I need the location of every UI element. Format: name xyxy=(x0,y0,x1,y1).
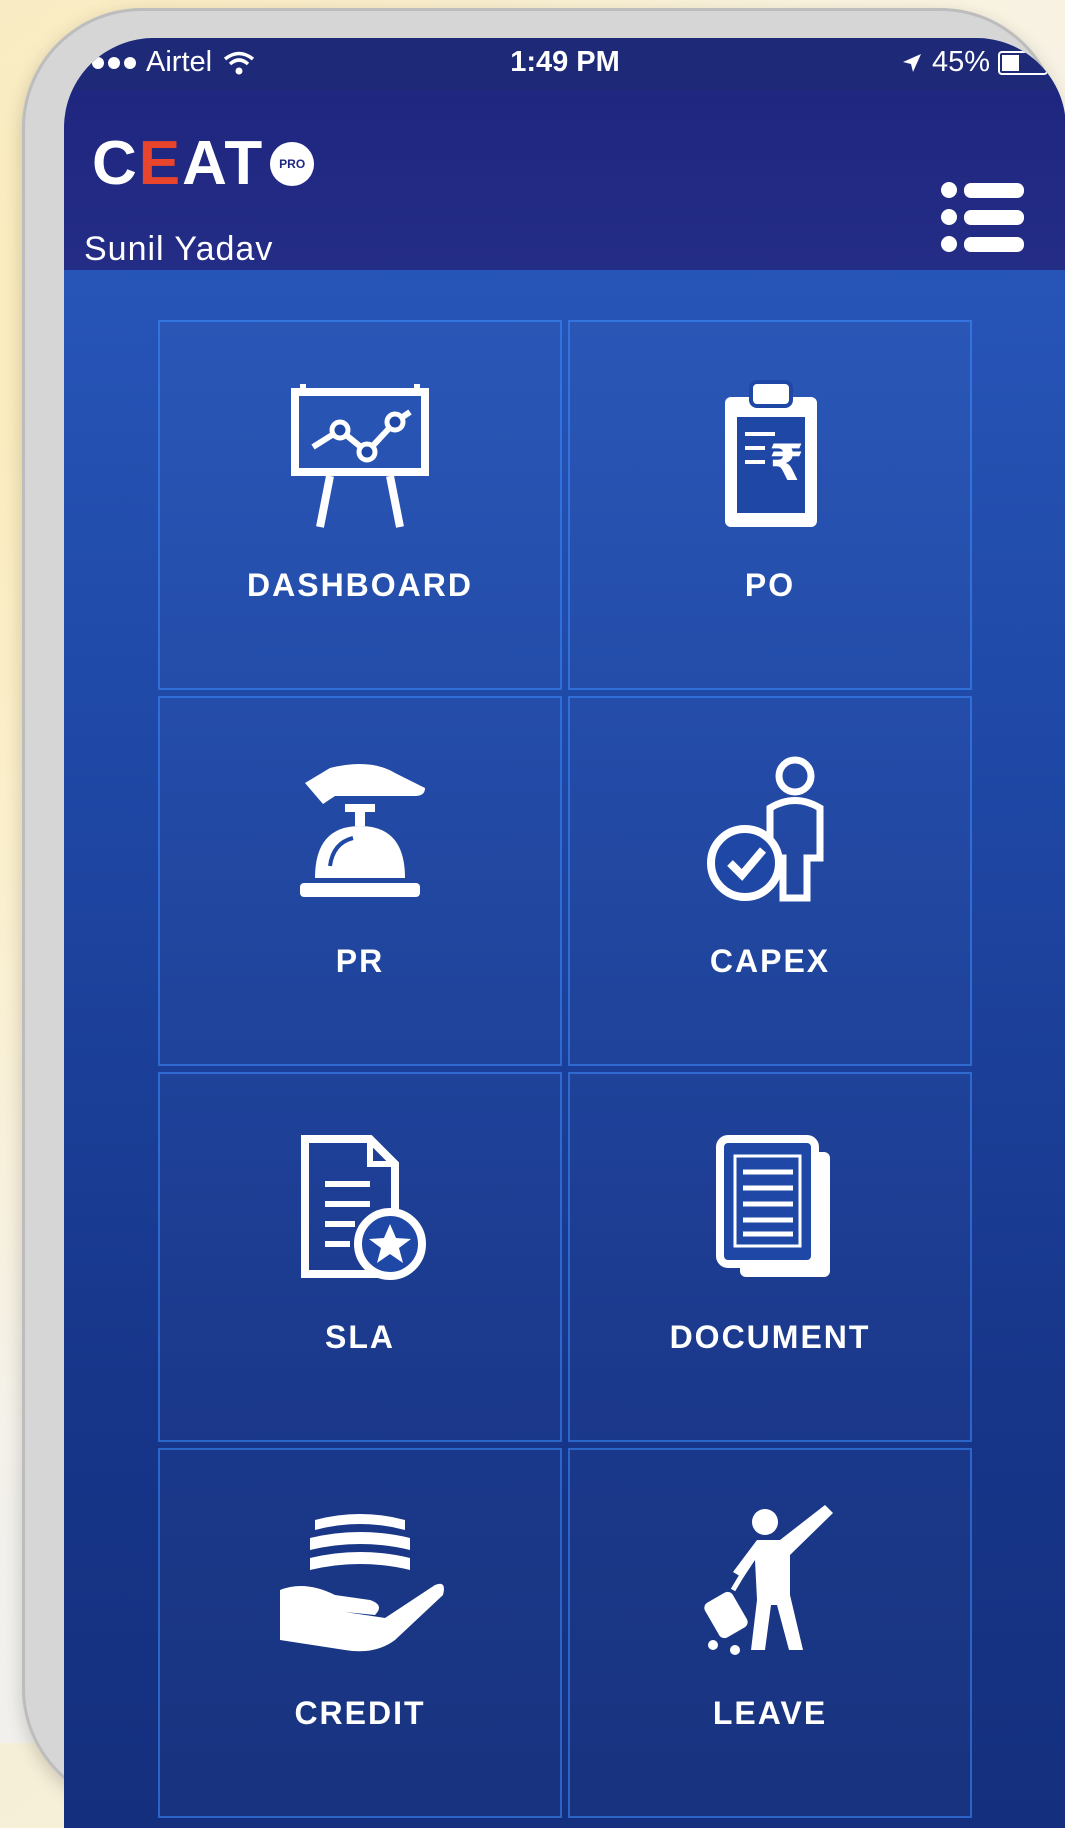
user-name: Sunil Yadav xyxy=(84,230,274,268)
presentation-chart-icon xyxy=(291,384,429,528)
location-arrow-icon xyxy=(902,53,921,72)
status-bar: Airtel 1:49 PM 45% xyxy=(64,38,1065,90)
list-menu-icon xyxy=(941,182,1024,252)
tile-label: DASHBOARD xyxy=(247,567,473,603)
clipboard-rupee-icon: ₹ xyxy=(725,380,817,527)
logo-letters-at: AT xyxy=(182,129,265,198)
person-check-icon xyxy=(707,756,824,902)
app-screen: Airtel 1:49 PM 45% C E AT PRO Sunil Yada… xyxy=(64,38,1065,1828)
battery-fill xyxy=(1002,54,1019,71)
tile-capex[interactable]: CAPEX xyxy=(568,696,972,1066)
battery-percent: 45% xyxy=(931,46,990,78)
tile-label: CREDIT xyxy=(294,1695,426,1731)
module-grid: DASHBOARD ₹ PO PR CAPEX SLA DOCUMENT CRE… xyxy=(158,320,972,1820)
service-bell-icon xyxy=(300,764,425,897)
tile-po[interactable]: ₹ PO xyxy=(568,320,972,690)
tile-label: DOCUMENT xyxy=(669,1319,871,1355)
tile-label: LEAVE xyxy=(712,1695,828,1731)
tile-label: PR xyxy=(335,943,385,979)
tile-label: SLA xyxy=(325,1319,395,1355)
phone-frame: Airtel 1:49 PM 45% C E AT PRO Sunil Yada… xyxy=(22,8,1065,1828)
tile-credit[interactable]: CREDIT xyxy=(158,1448,562,1818)
documents-icon xyxy=(716,1135,830,1277)
hand-money-icon xyxy=(280,1514,444,1652)
battery-icon xyxy=(998,50,1048,75)
traveler-icon xyxy=(704,1505,833,1655)
status-right: 45% xyxy=(900,46,1048,79)
tile-leave[interactable]: LEAVE xyxy=(568,1448,972,1818)
menu-button[interactable] xyxy=(940,180,1026,254)
tile-sla[interactable]: SLA xyxy=(158,1072,562,1442)
tile-document[interactable]: DOCUMENT xyxy=(568,1072,972,1442)
svg-text:₹: ₹ xyxy=(769,434,804,492)
tile-label: PO xyxy=(744,567,796,603)
document-star-icon xyxy=(301,1135,426,1280)
ceat-logo: C E AT PRO xyxy=(92,128,315,199)
tile-dashboard[interactable]: DASHBOARD xyxy=(158,320,562,690)
logo-letter-e: E xyxy=(138,129,183,198)
tile-pr[interactable]: PR xyxy=(158,696,562,1066)
tile-label: CAPEX xyxy=(709,943,831,979)
app-header: C E AT PRO Sunil Yadav xyxy=(64,90,1065,270)
pro-badge: PRO xyxy=(270,141,315,186)
logo-letter-c: C xyxy=(92,129,139,198)
